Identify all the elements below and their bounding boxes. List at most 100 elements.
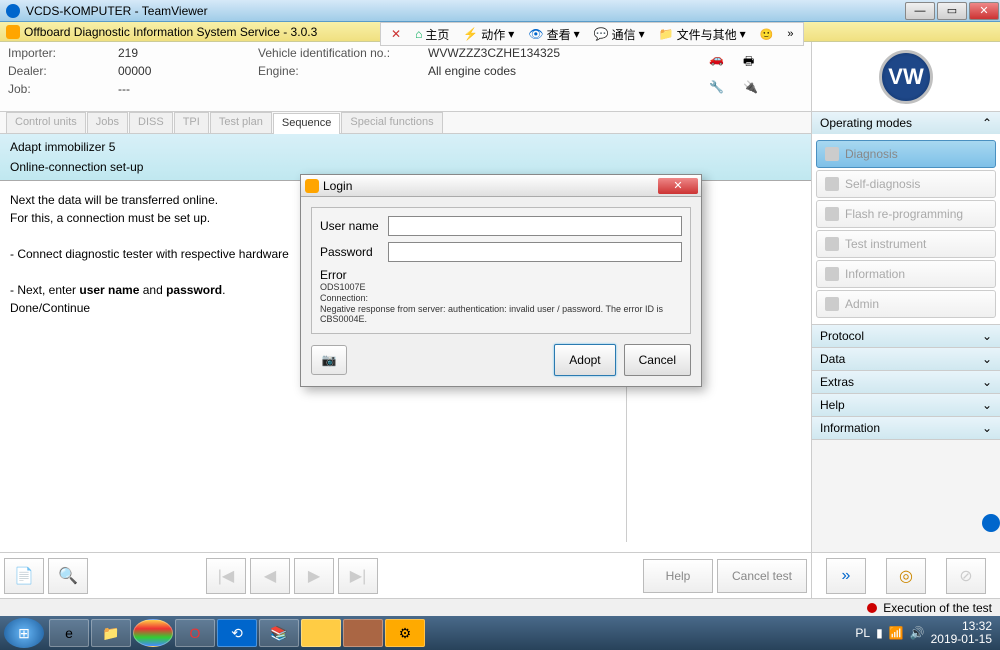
wrench-icon[interactable]: 🔧 <box>709 80 735 100</box>
tab-sequence[interactable]: Sequence <box>273 113 341 134</box>
side-forward-button[interactable]: » <box>826 558 866 594</box>
section-help[interactable]: Help⌄ <box>812 394 1000 416</box>
printer-icon[interactable]: 🖶 <box>743 52 769 72</box>
login-dialog: Login ✕ User name Password Error ODS1007… <box>300 174 702 387</box>
main-tabs: Control units Jobs DISS TPI Test plan Se… <box>0 112 811 134</box>
error-box: Error ODS1007E Connection: Negative resp… <box>320 268 682 325</box>
task-explorer[interactable]: 📁 <box>91 619 131 647</box>
tray-net-icon[interactable]: 📶 <box>889 626 904 640</box>
task-app2[interactable] <box>343 619 383 647</box>
tray-clock[interactable]: 13:32 2019-01-15 <box>931 620 992 646</box>
car-icon[interactable]: 🚗 <box>709 52 735 72</box>
task-teamviewer[interactable]: ⟲ <box>217 619 257 647</box>
password-input[interactable] <box>388 242 682 262</box>
self-diag-icon <box>825 177 839 191</box>
prev-button[interactable]: ◀ <box>250 558 290 594</box>
engine-label: Engine: <box>258 64 428 78</box>
side-target-button[interactable]: ◎ <box>886 558 926 594</box>
chevron-down-icon: ⌄ <box>982 352 992 366</box>
chevron-down-icon: ⌄ <box>982 375 992 389</box>
status-error-icon <box>867 603 877 613</box>
username-label: User name <box>320 219 388 233</box>
side-cancel-button[interactable]: ⊘ <box>946 558 986 594</box>
task-odis[interactable]: ⚙ <box>385 619 425 647</box>
dialog-close-button[interactable]: ✕ <box>658 178 698 194</box>
engine-icon <box>6 25 20 39</box>
operating-modes-header[interactable]: Operating modes⌃ <box>812 112 1000 134</box>
help-button[interactable]: Help <box>643 559 713 593</box>
tab-tpi[interactable]: TPI <box>174 112 209 133</box>
tv-comm-button[interactable]: 💬通信▾ <box>588 24 651 45</box>
start-button[interactable]: ⊞ <box>4 618 44 648</box>
vin-value: WVWZZZ3CZHE134325 <box>428 46 560 60</box>
teamviewer-side-icon[interactable] <box>982 514 1000 532</box>
window-title: VCDS-KOMPUTER - TeamViewer <box>26 4 904 18</box>
password-label: Password <box>320 245 388 259</box>
status-text: Execution of the test <box>883 601 992 615</box>
tray-vol-icon[interactable]: 🔊 <box>910 626 925 640</box>
brand-logo-area: VW <box>812 42 1000 112</box>
tab-diss[interactable]: DISS <box>129 112 173 133</box>
dealer-value: 00000 <box>118 64 248 78</box>
dialog-titlebar[interactable]: Login ✕ <box>301 175 701 197</box>
tv-smiley-icon[interactable]: 🙂 <box>754 26 780 43</box>
tv-view-button[interactable]: 👁查看▾ <box>522 24 585 45</box>
mode-admin[interactable]: Admin <box>816 290 996 318</box>
camera-button[interactable]: 📷 <box>311 345 347 375</box>
job-value: --- <box>118 82 248 96</box>
next-button[interactable]: ▶ <box>294 558 334 594</box>
mode-flash[interactable]: Flash re-programming <box>816 200 996 228</box>
chevron-down-icon: ⌄ <box>982 329 992 343</box>
last-button[interactable]: ▶| <box>338 558 378 594</box>
adopt-button[interactable]: Adopt <box>554 344 615 376</box>
mode-information[interactable]: Information <box>816 260 996 288</box>
flash-icon <box>825 207 839 221</box>
tab-special-functions[interactable]: Special functions <box>341 112 442 133</box>
task-winrar[interactable]: 📚 <box>259 619 299 647</box>
tv-close-icon[interactable]: ✕ <box>385 25 407 43</box>
tray-flag-icon[interactable]: ▮ <box>876 626 883 640</box>
maximize-button[interactable]: ▭ <box>937 2 967 20</box>
mode-test-instrument[interactable]: Test instrument <box>816 230 996 258</box>
importer-value: 219 <box>118 46 248 60</box>
section-protocol[interactable]: Protocol⌄ <box>812 325 1000 347</box>
error-title: Error <box>320 268 682 282</box>
task-ie[interactable]: e <box>49 619 89 647</box>
section-information[interactable]: Information⌄ <box>812 417 1000 439</box>
engine-value: All engine codes <box>428 64 516 78</box>
teamviewer-icon <box>6 4 20 18</box>
cancel-button[interactable]: Cancel <box>624 344 691 376</box>
task-app1[interactable] <box>301 619 341 647</box>
admin-icon <box>825 297 839 311</box>
tab-test-plan[interactable]: Test plan <box>210 112 272 133</box>
side-bottom-toolbar: » ◎ ⊘ <box>812 552 1000 598</box>
first-button[interactable]: |◀ <box>206 558 246 594</box>
dealer-label: Dealer: <box>8 64 118 78</box>
section-data[interactable]: Data⌄ <box>812 348 1000 370</box>
close-button[interactable]: ✕ <box>969 2 999 20</box>
tab-control-units[interactable]: Control units <box>6 112 86 133</box>
cancel-test-button[interactable]: Cancel test <box>717 559 807 593</box>
error-conn: Connection: <box>320 293 682 304</box>
instrument-icon <box>825 237 839 251</box>
task-chrome[interactable] <box>133 619 173 647</box>
task-opera[interactable]: O <box>175 619 215 647</box>
tv-action-button[interactable]: ⚡动作▾ <box>457 24 520 45</box>
mode-self-diagnosis[interactable]: Self-diagnosis <box>816 170 996 198</box>
tab-jobs[interactable]: Jobs <box>87 112 128 133</box>
username-input[interactable] <box>388 216 682 236</box>
collapse-icon: ⌃ <box>982 116 992 130</box>
section-extras[interactable]: Extras⌄ <box>812 371 1000 393</box>
header-device-icons: 🚗 🖶 🔧 🔌 <box>703 46 803 107</box>
usb-icon[interactable]: 🔌 <box>743 80 769 100</box>
tv-home-button[interactable]: ⌂主页 <box>409 24 455 45</box>
tray-lang[interactable]: PL <box>855 626 870 640</box>
mode-diagnosis[interactable]: Diagnosis <box>816 140 996 168</box>
dialog-title: Login <box>323 179 352 193</box>
tv-chevron-icon[interactable]: » <box>781 26 799 42</box>
tv-files-button[interactable]: 📁文件与其他▾ <box>653 24 752 45</box>
minimize-button[interactable]: — <box>905 2 935 20</box>
zoom-icon-button[interactable]: 🔍 <box>48 558 88 594</box>
vin-label: Vehicle identification no.: <box>258 46 428 60</box>
doc-icon-button[interactable]: 📄 <box>4 558 44 594</box>
